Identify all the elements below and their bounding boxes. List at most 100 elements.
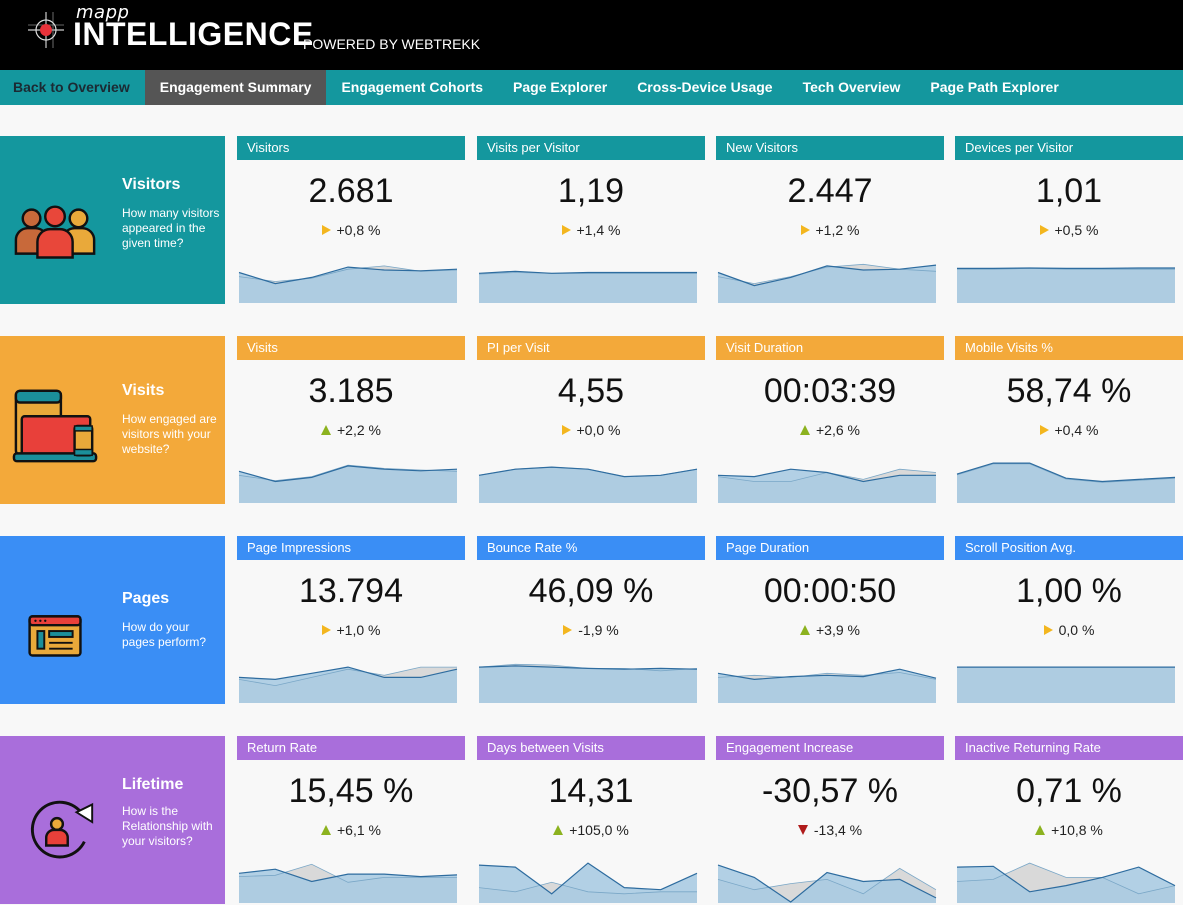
kpi-title: Return Rate [237,736,465,760]
category-tile-pages[interactable]: Pages How do your pages perform? [0,536,225,704]
kpi-title: Inactive Returning Rate [955,736,1183,760]
kpi-card[interactable]: Bounce Rate % 46,09 % -1,9 % [477,536,705,704]
sparkline-current-area [479,665,697,703]
crosshair-logo-icon [28,12,64,48]
kpi-title: Visits [237,336,465,360]
user-cycle-icon [30,800,94,859]
app-header: mapp INTELLIGENCE POWERED BY WEBTREKK [0,0,1183,70]
kpi-change-value: 0,0 % [1058,622,1095,638]
kpi-card[interactable]: Mobile Visits % 58,74 % +0,4 % [955,336,1183,504]
kpi-change: +0,8 % [237,222,465,238]
category-title: Pages [122,590,170,607]
sparkline-current-area [957,268,1175,303]
kpi-title: Scroll Position Avg. [955,536,1183,560]
nav-cross-device-usage[interactable]: Cross-Device Usage [622,70,787,105]
kpi-change-value: +1,2 % [815,222,860,238]
kpi-card[interactable]: Devices per Visitor 1,01 +0,5 % [955,136,1183,304]
kpi-value: 15,45 % [288,772,414,810]
kpi-value: 2.681 [308,172,394,210]
kpi-title: Devices per Visitor [955,136,1183,160]
kpi-change: +0,4 % [955,422,1183,438]
kpi-value: 00:03:39 [763,372,897,410]
kpi-value: 2.447 [787,172,873,210]
kpi-card[interactable]: PI per Visit 4,55 +0,0 % [477,336,705,504]
trend-up-icon [553,825,564,836]
trend-up-icon [800,425,810,436]
kpi-title: Days between Visits [477,736,705,760]
kpi-value: 1,00 % [1016,572,1122,610]
nav-page-explorer[interactable]: Page Explorer [498,70,622,105]
sparkline-chart [478,466,698,503]
kpi-card[interactable]: Visit Duration 00:03:39 +2,6 % [716,336,944,504]
kpi-title: Page Duration [716,536,944,560]
trend-flat-icon [321,625,331,636]
kpi-card[interactable]: Inactive Returning Rate 0,71 % +10,8 % [955,736,1183,904]
kpi-change: +1,2 % [716,222,944,238]
kpi-change-value: +10,8 % [1051,822,1103,838]
sparkline-current-area [479,863,697,903]
kpi-change: +0,5 % [955,222,1183,238]
kpi-change: +105,0 % [477,822,705,838]
trend-flat-icon [563,625,573,636]
kpi-change: +1,0 % [237,622,465,638]
kpi-value: 00:00:50 [763,572,897,610]
sparkline-chart [717,668,937,703]
kpi-card[interactable]: Visitors 2.681 +0,8 % [237,136,465,304]
kpi-card[interactable]: Visits 3.185 +2,2 % [237,336,465,504]
section-visitors: Visitors How many visitors appeared in t… [0,136,1183,304]
kpi-value: -30,57 % [761,772,899,810]
sparkline-chart [957,267,1175,303]
sparkline-chart [238,265,458,303]
kpi-change-value: +2,6 % [816,422,860,438]
category-tile-visitors[interactable]: Visitors How many visitors appeared in t… [0,136,225,304]
sparkline-chart [956,462,1176,503]
sparkline-chart [478,270,697,303]
kpi-change: +2,2 % [237,422,465,438]
kpi-card[interactable]: Days between Visits 14,31 +105,0 % [477,736,705,904]
sparkline-current-area [957,463,1175,503]
kpi-change-value: +0,0 % [576,422,621,438]
trend-flat-icon [800,225,810,236]
sparkline-chart [717,468,937,503]
kpi-value: 4,55 [557,372,625,410]
kpi-value: 14,31 [548,772,634,810]
people-group-icon [14,205,96,259]
sparkline-current-area [239,465,457,503]
kpi-card[interactable]: Scroll Position Avg. 1,00 % 0,0 % [955,536,1183,704]
sparkline-current-area [239,267,457,303]
kpi-title: PI per Visit [477,336,705,360]
sparkline-chart [956,862,1176,903]
category-title: Lifetime [122,776,184,793]
nav-page-path-explorer[interactable]: Page Path Explorer [915,70,1073,105]
trend-up-icon [321,825,331,836]
kpi-card[interactable]: New Visitors 2.447 +1,2 % [716,136,944,304]
kpi-card[interactable]: Return Rate 15,45 % +6,1 % [237,736,465,904]
kpi-change-value: +105,0 % [569,822,629,838]
kpi-card[interactable]: Page Duration 00:00:50 +3,9 % [716,536,944,704]
sparkline-chart [478,862,698,903]
nav-tech-overview[interactable]: Tech Overview [788,70,916,105]
sparkline-chart [478,663,698,703]
kpi-value: 46,09 % [528,572,654,610]
category-tile-lifetime[interactable]: Lifetime How is the Relationship with yo… [0,736,225,904]
kpi-value: 0,71 % [1016,772,1122,810]
nav-back-to-overview[interactable]: Back to Overview [0,70,145,105]
category-description: How engaged are visitors with your websi… [122,412,217,456]
category-tile-visits[interactable]: Visits How engaged are visitors with you… [0,336,225,504]
category-title: Visitors [122,176,181,193]
sparkline-chart [957,666,1175,703]
kpi-change: +10,8 % [955,822,1183,838]
category-description: How is the Relationship with your visito… [122,804,213,848]
nav-engagement-summary[interactable]: Engagement Summary [144,70,327,105]
kpi-card[interactable]: Visits per Visitor 1,19 +1,4 % [477,136,705,304]
kpi-card[interactable]: Engagement Increase -30,57 % -13,4 % [716,736,944,904]
section-pages: Pages How do your pages perform? Page Im… [0,536,1183,704]
kpi-change: +2,6 % [716,422,944,438]
kpi-change: +6,1 % [237,822,465,838]
kpi-title: Visits per Visitor [477,136,705,160]
nav-engagement-cohorts[interactable]: Engagement Cohorts [326,70,498,105]
kpi-title: Visitors [237,136,465,160]
sparkline-chart [238,464,458,503]
kpi-card[interactable]: Page Impressions 13.794 +1,0 % [237,536,465,704]
trend-flat-icon [1039,425,1049,436]
